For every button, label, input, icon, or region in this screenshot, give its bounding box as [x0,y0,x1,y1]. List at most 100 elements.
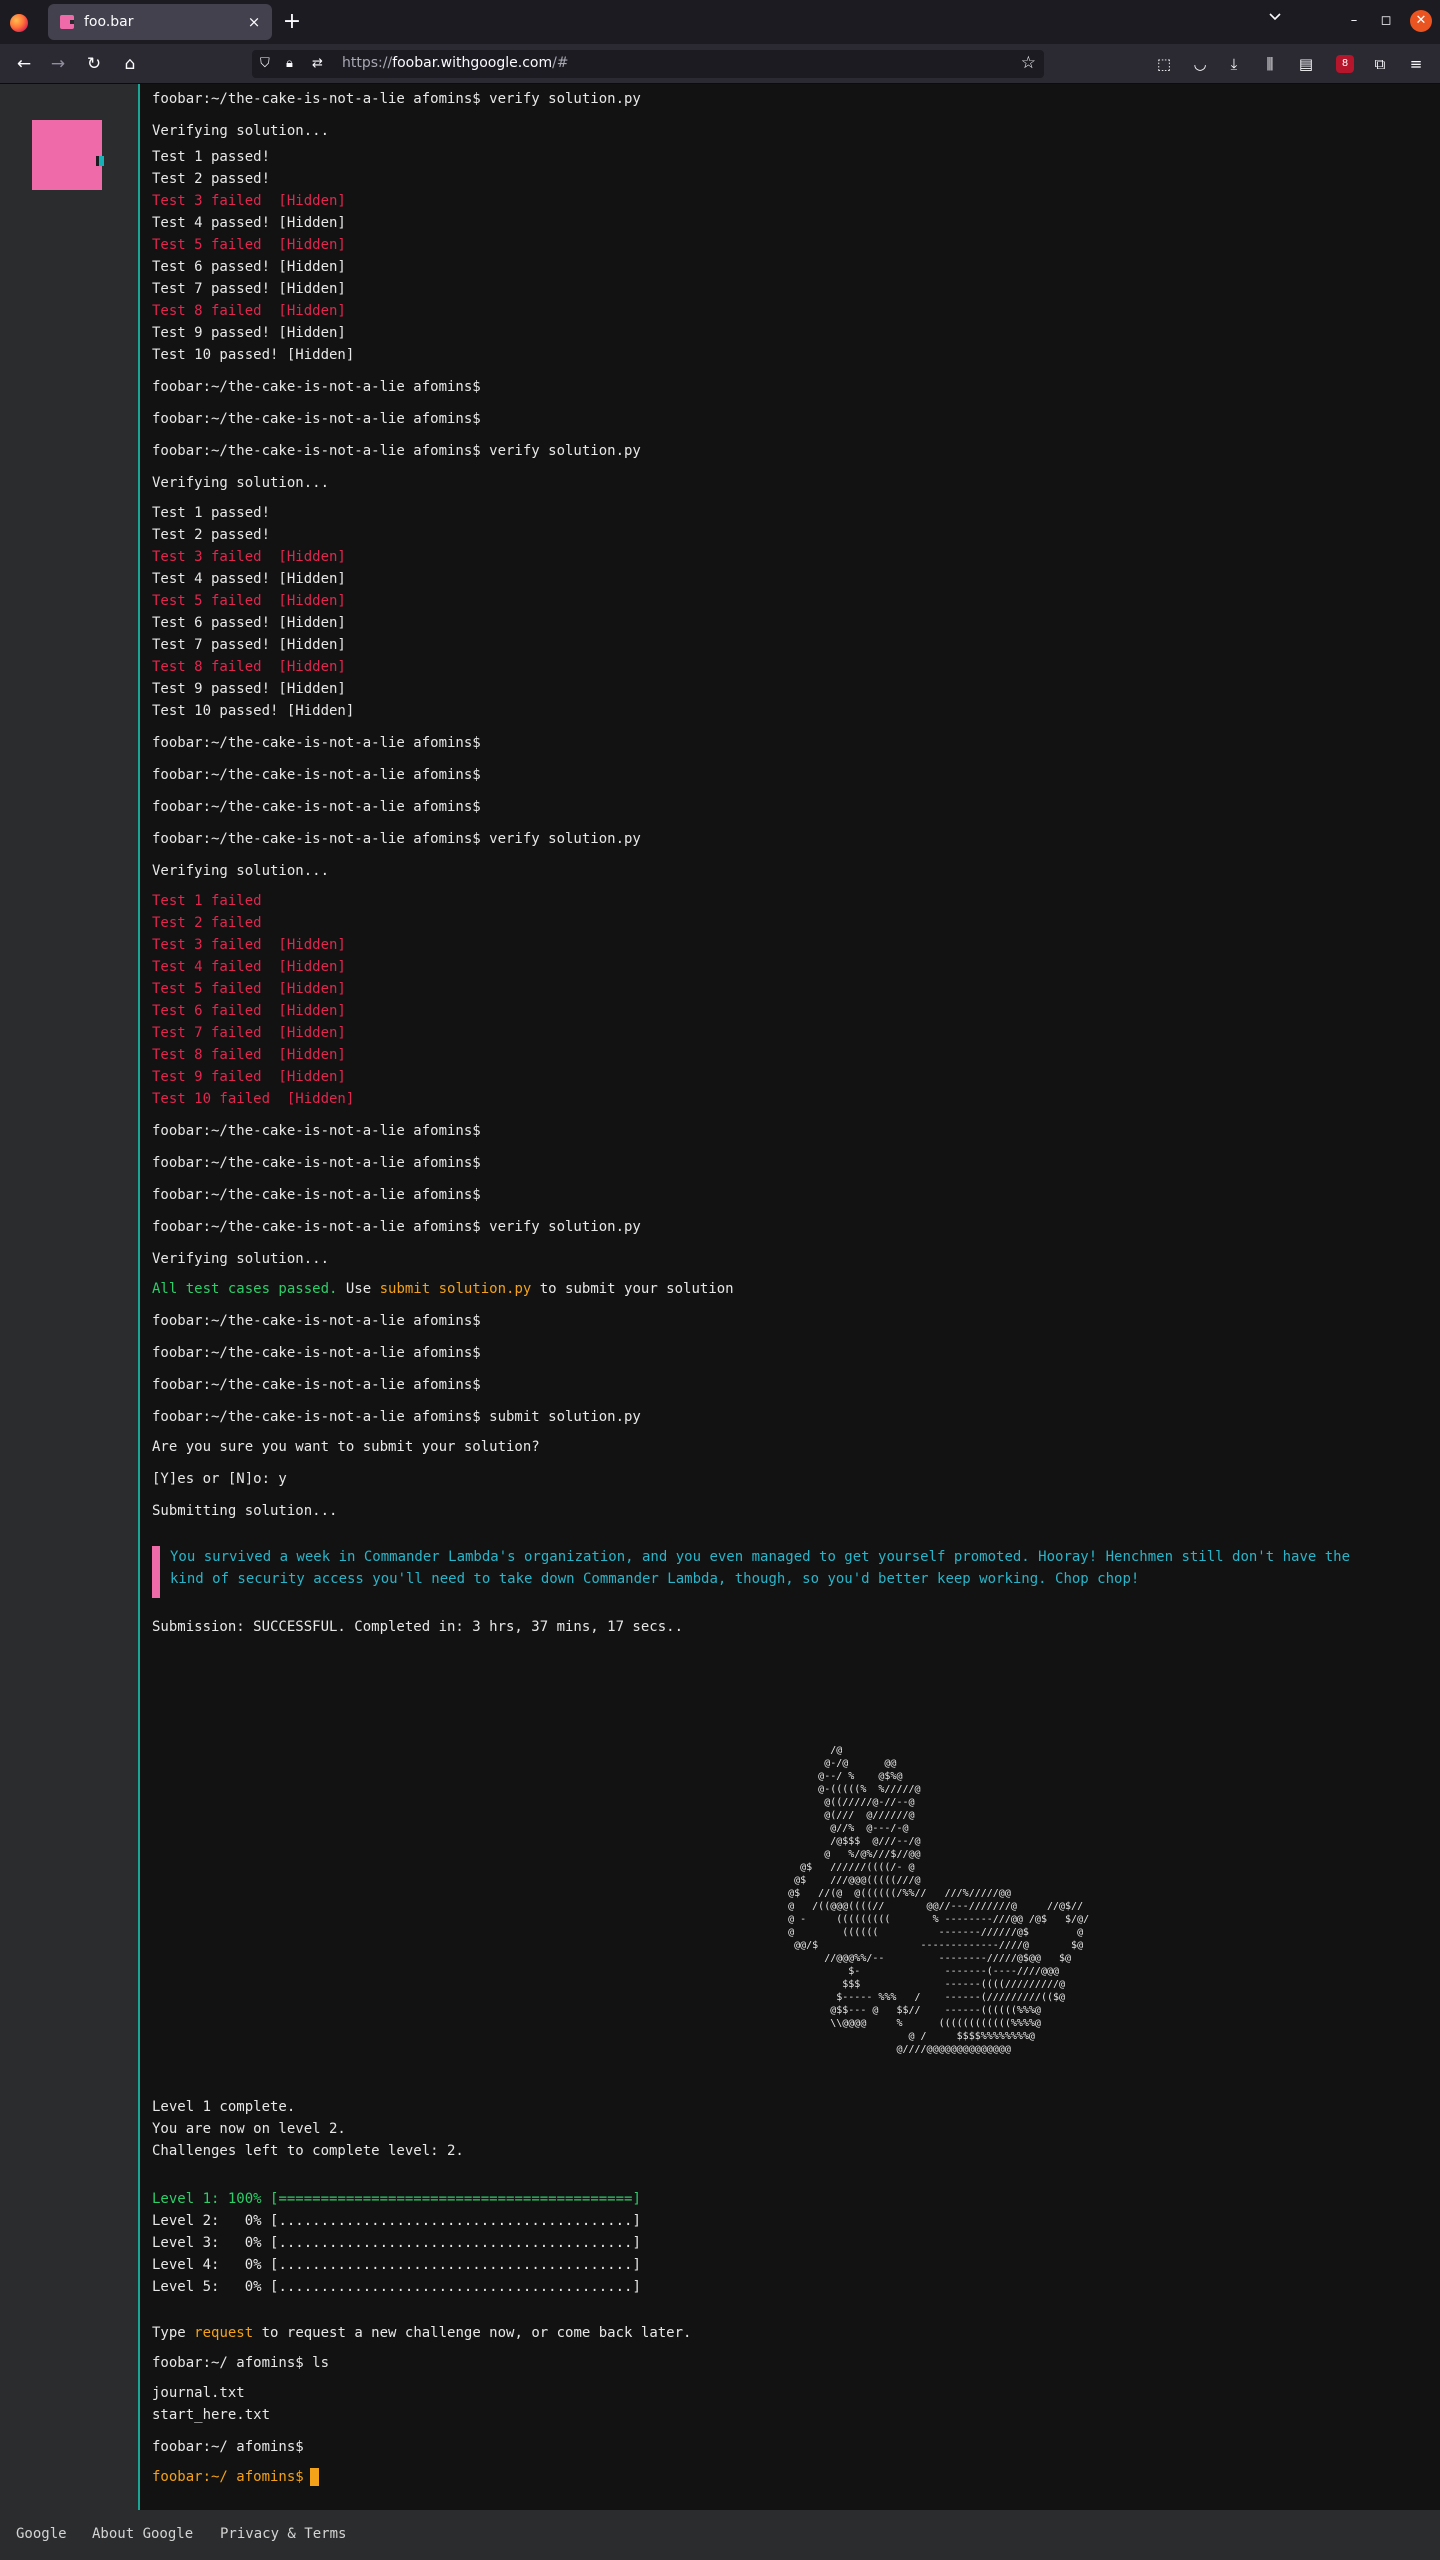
terminal-line: [Y]es or [N]o: y [152,1471,287,1487]
terminal-line: foobar:~/the-cake-is-not-a-lie afomins$ [152,1345,481,1361]
terminal-line: foobar:~/the-cake-is-not-a-lie afomins$ [152,767,481,783]
footer-link-google[interactable]: Google [16,2526,67,2542]
level-progress-bar: [.......................................… [261,2279,641,2295]
active-prompt: foobar:~/ afomins$ [152,2469,304,2485]
level-progress-row: Level 4: 0% [...........................… [152,2256,641,2274]
window-minimize-icon[interactable]: – [1344,10,1364,32]
bookmark-star-icon[interactable]: ☆ [1021,53,1036,73]
terminal-line: Test 3 failed [Hidden] [152,937,346,953]
menu-icon[interactable]: ≡ [1404,52,1428,76]
terminal-line: foobar:~/the-cake-is-not-a-lie afomins$ … [152,91,641,107]
terminal-line: Verifying solution... [152,123,330,139]
terminal-line: Test 10 passed! [Hidden] [152,347,355,363]
terminal-line: foobar:~/the-cake-is-not-a-lie afomins$ [152,799,481,815]
terminal-line: Test 10 failed [Hidden] [152,1091,355,1107]
foobar-page: foobar:~/the-cake-is-not-a-lie afomins$ … [0,84,1440,2510]
request-instructions: Type request to request a new challenge … [152,2325,692,2341]
terminal-line: Verifying solution... [152,863,330,879]
terminal-line: Test 4 passed! [Hidden] [152,571,346,587]
current-level-text: You are now on level 2. [152,2121,346,2137]
home-icon[interactable]: ⌂ [118,52,142,76]
back-arrow-icon[interactable]: ← [12,52,36,76]
downloads-icon[interactable]: ⤓ [1222,52,1246,76]
request-command: request [194,2325,254,2341]
terminal-line: Test 7 failed [Hidden] [152,1025,346,1041]
promotion-message: You survived a week in Commander Lambda'… [152,1546,1392,1598]
message-accent-bar [152,1546,160,1598]
terminal[interactable]: foobar:~/the-cake-is-not-a-lie afomins$ … [152,84,1432,2510]
forward-arrow-icon[interactable]: → [46,52,70,76]
ublock-origin-icon[interactable]: 8 [1336,55,1354,73]
avatar-eye [96,156,104,166]
terminal-line: foobar:~/the-cake-is-not-a-lie afomins$ [152,1155,481,1171]
browser-tab[interactable]: foo.bar × [48,4,272,40]
terminal-prompt: foobar:~/ afomins$ [152,2439,304,2455]
url-text: https://foobar.withgoogle.com/# [342,55,569,71]
active-prompt-line[interactable]: foobar:~/ afomins$ [152,2468,319,2486]
level-percent: 0% [244,2279,262,2295]
save-to-pocket-icon[interactable]: ⬚ [1152,52,1176,76]
terminal-line: Test 4 passed! [Hidden] [152,215,346,231]
level-label: Level 1: [152,2191,220,2207]
permissions-icon[interactable]: ⇄ [312,54,323,74]
level-label: Level 4: [152,2257,220,2273]
terminal-line: foobar:~/the-cake-is-not-a-lie afomins$ [152,379,481,395]
footer-link-privacy-terms[interactable]: Privacy & Terms [220,2526,346,2542]
terminal-line: Test 1 passed! [152,149,271,165]
level-label: Level 2: [152,2213,220,2229]
terminal-cursor[interactable] [309,2468,319,2486]
terminal-line: Test 5 failed [Hidden] [152,981,346,997]
extensions-icon[interactable]: ⧉ [1368,52,1392,76]
level-label: Level 5: [152,2279,220,2295]
terminal-line: Test 7 passed! [Hidden] [152,281,346,297]
window-close-icon[interactable]: ✕ [1410,10,1432,32]
terminal-line: Test 5 failed [Hidden] [152,593,346,609]
new-tab-button[interactable]: + [280,8,304,36]
browser-nav-bar: ← → ↻ ⌂ ⛉ 🔒︎ ⇄ https://foobar.withgoogle… [0,44,1440,84]
window-maximize-icon[interactable]: ◻ [1376,10,1396,32]
terminal-line: Test 4 failed [Hidden] [152,959,346,975]
level-label: Level 3: [152,2235,220,2251]
level-progress-bar: [.......................................… [261,2213,641,2229]
tab-list-chevron-icon[interactable] [1268,10,1282,26]
firefox-logo-icon [10,14,28,32]
lock-icon[interactable]: 🔒︎ [286,54,293,74]
ls-command-line: foobar:~/ afomins$ ls [152,2355,330,2371]
terminal-line-segment: submit solution.py [379,1281,532,1297]
terminal-line: Test 9 passed! [Hidden] [152,681,346,697]
challenges-left-text: Challenges left to complete level: 2. [152,2143,464,2159]
terminal-line: Test 6 passed! [Hidden] [152,615,346,631]
terminal-line: Test 8 failed [Hidden] [152,303,346,319]
level-progress-bar: [.......................................… [261,2235,641,2251]
pocket-icon[interactable]: ◡ [1188,52,1212,76]
terminal-line: foobar:~/the-cake-is-not-a-lie afomins$ [152,1313,481,1329]
terminal-line: Test 5 failed [Hidden] [152,237,346,253]
tab-close-icon[interactable]: × [242,13,266,31]
terminal-line: foobar:~/the-cake-is-not-a-lie afomins$ … [152,1219,641,1235]
footer-link-about-google[interactable]: About Google [92,2526,193,2542]
terminal-line: foobar:~/the-cake-is-not-a-lie afomins$ … [152,831,641,847]
terminal-line: Test 1 failed [152,893,262,909]
terminal-line: Test 3 failed [Hidden] [152,193,346,209]
shield-icon[interactable]: ⛉ [260,54,270,74]
terminal-line-segment: to submit your solution [531,1281,734,1297]
terminal-line: Submitting solution... [152,1503,338,1519]
terminal-line-segment: All test cases passed. [152,1281,338,1297]
terminal-line: foobar:~/the-cake-is-not-a-lie afomins$ [152,1377,481,1393]
level-percent: 0% [244,2213,262,2229]
level-progress-bar: [.......................................… [261,2257,641,2273]
terminal-line: Test 1 passed! [152,505,271,521]
reload-icon[interactable]: ↻ [82,52,106,76]
terminal-line: Are you sure you want to submit your sol… [152,1439,540,1455]
sidebar-icon[interactable]: ▤ [1294,52,1318,76]
terminal-line: Test 8 failed [Hidden] [152,1047,346,1063]
level-progress-row: Level 1: 100% [=========================… [152,2190,641,2208]
level-percent: 0% [244,2235,262,2251]
terminal-line: Test 3 failed [Hidden] [152,549,346,565]
library-icon[interactable]: ⫼ [1258,52,1282,76]
level-percent: 100% [227,2191,262,2207]
terminal-line: Test 9 failed [Hidden] [152,1069,346,1085]
file-item: journal.txt [152,2385,245,2401]
page-footer: Google About Google Privacy & Terms [0,2510,1440,2560]
url-bar[interactable]: ⛉ 🔒︎ ⇄ https://foobar.withgoogle.com/# ☆ [252,50,1044,78]
